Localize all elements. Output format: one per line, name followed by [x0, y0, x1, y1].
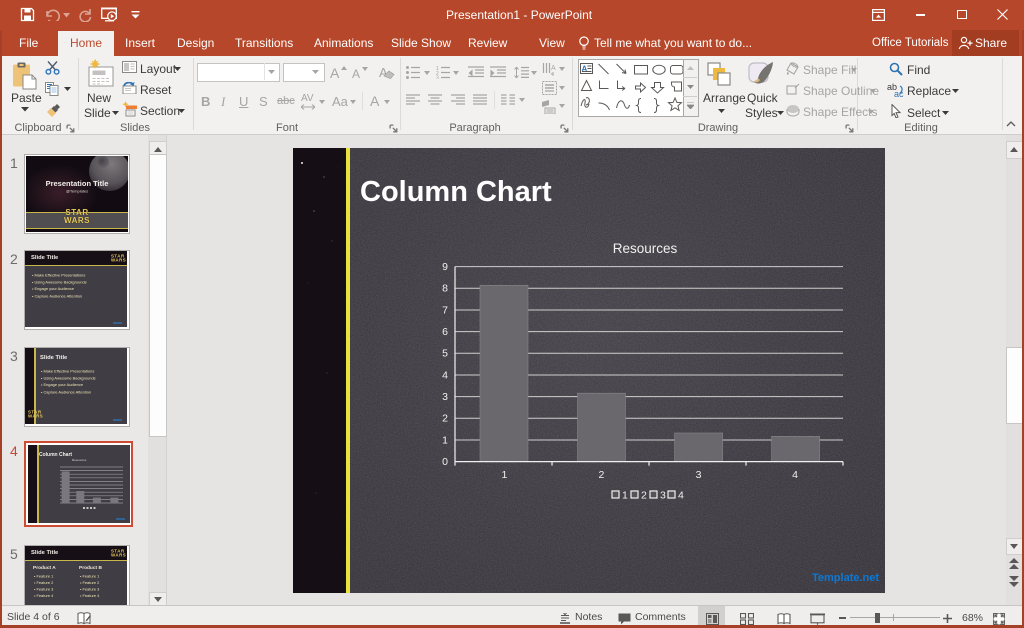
svg-text:1: 1: [501, 469, 507, 481]
svg-text:4: 4: [678, 490, 684, 502]
svg-text:3: 3: [696, 469, 702, 481]
svg-text:7: 7: [442, 304, 448, 316]
svg-text:2: 2: [641, 490, 647, 502]
svg-text:3: 3: [660, 490, 666, 502]
svg-text:1: 1: [442, 434, 448, 446]
svg-text:5: 5: [442, 348, 448, 360]
svg-text:1: 1: [622, 490, 628, 502]
svg-text:6: 6: [442, 326, 448, 338]
svg-text:0: 0: [442, 456, 448, 468]
svg-text:A: A: [551, 65, 556, 72]
svg-text:Resources: Resources: [613, 241, 678, 256]
svg-text:2: 2: [598, 469, 604, 481]
svg-text:4: 4: [442, 369, 448, 381]
svg-text:8: 8: [442, 283, 448, 295]
svg-text:4: 4: [792, 469, 798, 481]
svg-text:3: 3: [436, 76, 439, 80]
svg-text:9: 9: [442, 261, 448, 273]
svg-text:A: A: [582, 65, 588, 74]
svg-text:2: 2: [442, 413, 448, 425]
svg-text:3: 3: [442, 391, 448, 403]
